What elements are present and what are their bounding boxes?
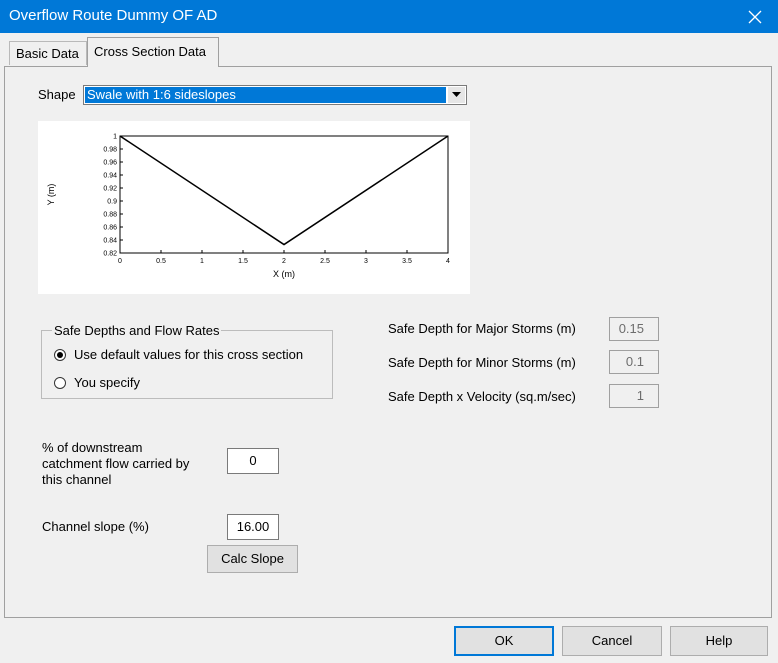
window-title: Overflow Route Dummy OF AD [9,7,218,24]
y-tick-label: 0.96 [103,160,117,167]
radio-you-specify[interactable]: You specify [54,375,140,390]
major-storms-field[interactable]: 0.15 [609,317,659,341]
radio-default-values-label: Use default values for this cross sectio… [74,347,304,362]
x-tick-label: 0.5 [156,258,166,265]
x-tick-label: 2.5 [320,258,330,265]
x-tick-label: 3.5 [402,258,412,265]
x-tick-label: 0 [118,258,122,265]
y-tick-label: 0.9 [107,199,117,206]
shape-label: Shape [38,87,76,102]
help-button[interactable]: Help [670,626,768,656]
x-tick-label: 3 [364,258,368,265]
downstream-flow-label-line-3: this channel [42,472,112,487]
downstream-flow-label-line-2: catchment flow carried by [42,456,190,471]
depth-velocity-label: Safe Depth x Velocity (sq.m/sec) [388,389,576,404]
minor-storms-field[interactable]: 0.1 [609,350,659,374]
y-axis-label: Y (m) [46,184,56,206]
y-tick-label: 0.98 [103,147,117,154]
safe-depths-group-title: Safe Depths and Flow Rates [52,323,222,338]
y-tick-label: 0.94 [103,173,117,180]
y-tick-label: 0.88 [103,212,117,219]
ok-button[interactable]: OK [454,626,554,656]
channel-slope-label: Channel slope (%) [42,519,149,534]
cross-section-line [119,135,449,246]
y-tick-label: 0.82 [103,251,117,258]
tab-panel: Shape Swale with 1:6 sideslopes 0.82 0.84… [4,66,772,618]
y-tick-label: 0.84 [103,238,117,245]
y-tick-label: 0.86 [103,225,117,232]
y-tick-label: 0.92 [103,186,117,193]
y-tick-label: 1 [113,134,117,141]
tab-bar: Basic Data Cross Section Data [0,33,778,67]
tab-basic-data-label: Basic Data [16,46,79,61]
calc-slope-button[interactable]: Calc Slope [207,545,298,573]
safe-depths-group: Safe Depths and Flow Rates Use default v… [41,323,333,399]
downstream-flow-label-line-1: % of downstream [42,440,143,455]
x-tick-label: 4 [446,258,450,265]
radio-you-specify-circle[interactable] [54,376,66,389]
downstream-flow-label: % of downstream catchment flow carried b… [42,440,189,488]
shape-dropdown-value: Swale with 1:6 sideslopes [85,87,446,103]
x-tick-label: 1.5 [238,258,248,265]
x-tick-label: 1 [200,258,204,265]
x-tick-label: 2 [282,258,286,265]
tab-basic-data[interactable]: Basic Data [9,41,87,65]
cancel-button[interactable]: Cancel [562,626,662,656]
chevron-down-icon [452,92,461,97]
x-axis-label: X (m) [273,269,295,279]
shape-dropdown[interactable]: Swale with 1:6 sideslopes [83,85,467,105]
cross-section-chart-svg: 0.82 0.84 0.86 0.88 0.9 0.92 0.94 0.96 0.98 1 0 0.… [46,134,450,280]
close-icon [748,10,762,23]
shape-dropdown-button[interactable] [448,87,465,103]
radio-selected-dot [57,351,63,358]
plot-frame [119,135,449,254]
downstream-flow-input[interactable]: 0 [227,448,279,474]
minor-storms-label: Safe Depth for Minor Storms (m) [388,355,576,370]
tab-cross-section-data[interactable]: Cross Section Data [87,37,219,67]
cross-section-chart: 0.82 0.84 0.86 0.88 0.9 0.92 0.94 0.96 0.98 1 0 0.… [38,121,470,294]
major-storms-label: Safe Depth for Major Storms (m) [388,321,576,336]
close-button[interactable] [732,0,778,33]
radio-default-values-circle[interactable] [54,348,66,361]
tab-cross-section-data-label: Cross Section Data [94,44,206,59]
radio-default-values[interactable]: Use default values for this cross sectio… [54,347,303,362]
radio-you-specify-label: You specify [74,375,141,390]
depth-velocity-field[interactable]: 1 [609,384,659,408]
title-bar: Overflow Route Dummy OF AD [0,0,778,33]
channel-slope-input[interactable]: 16.00 [227,514,279,540]
